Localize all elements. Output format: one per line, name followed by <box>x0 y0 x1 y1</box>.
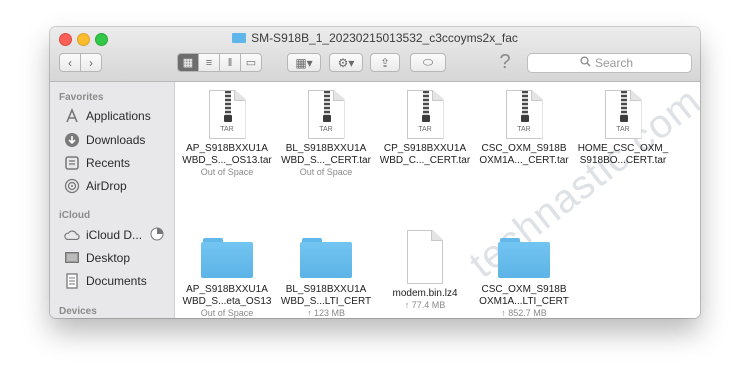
folder-icon <box>300 236 352 280</box>
search-field[interactable] <box>527 53 692 73</box>
file-status: ↑ 77.4 MB <box>404 300 446 310</box>
file-name: HOME_CSC_OXM_ S918BO...CERT.tar <box>577 143 669 166</box>
downloads-icon <box>64 132 80 148</box>
sidebar-item-desktop[interactable]: Desktop <box>64 248 130 268</box>
file-name: modem.bin.lz4 <box>392 288 458 299</box>
window-title-text: SM-S918B_1_20230215013532_c3ccoyms2x_fac <box>251 31 518 45</box>
sidebar-item-downloads[interactable]: Downloads <box>64 130 145 150</box>
sidebar-item-label: Recents <box>86 156 131 170</box>
search-input[interactable] <box>595 56 639 70</box>
help-icon: ? <box>499 51 511 73</box>
folder-icon <box>232 33 247 43</box>
tar-file-icon: TAR <box>208 90 246 139</box>
folder-item[interactable]: CSC_OXM_S918B OXM1A...LTI_CERT ↑ 852.7 MB <box>474 236 574 318</box>
forward-button[interactable]: › <box>80 53 102 72</box>
cloud-icon <box>64 227 80 243</box>
action-button[interactable]: ⚙▾ <box>329 53 363 72</box>
file-name: CSC_OXM_S918B OXM1A..._CERT.tar <box>479 143 569 166</box>
folder-status: Out of Space <box>200 308 254 318</box>
window-title: SM-S918B_1_20230215013532_c3ccoyms2x_fac <box>50 31 700 45</box>
file-name: CP_S918BXXU1A WBD_C..._CERT.tar <box>379 143 471 166</box>
tar-file-icon: TAR <box>406 90 444 139</box>
sidebar-item-label: Documents <box>86 274 147 288</box>
airdrop-icon <box>64 178 80 194</box>
file-item[interactable]: TAR BL_S918BXXU1A WBD_S..._CERT.tar Out o… <box>276 90 376 178</box>
sidebar-item-label: Applications <box>86 109 151 123</box>
file-item[interactable]: TAR CP_S918BXXU1A WBD_C..._CERT.tar <box>375 90 475 167</box>
devices-section-title: Devices <box>59 306 97 317</box>
tags-button[interactable]: ⬭ <box>410 53 446 72</box>
sidebar-item-label: Desktop <box>86 251 131 265</box>
share-icon: ⇪ <box>379 55 391 70</box>
back-button[interactable]: ‹ <box>59 53 81 72</box>
file-item[interactable]: TAR AP_S918BXXU1A WBD_S..._OS13.tar Out o… <box>177 90 277 178</box>
sidebar-item-icloud-drive[interactable]: iCloud D... <box>64 225 164 245</box>
chevron-right-icon: › <box>89 55 93 70</box>
file-item[interactable]: TAR CSC_OXM_S918B OXM1A..._CERT.tar <box>474 90 574 167</box>
sidebar: Favorites Applications Downloads Recents… <box>50 82 175 318</box>
share-button[interactable]: ⇪ <box>370 53 400 72</box>
icloud-section-title: iCloud <box>59 210 91 221</box>
help-button[interactable]: ? <box>497 51 513 73</box>
file-status: Out of Space <box>299 167 353 177</box>
file-item[interactable]: TAR HOME_CSC_OXM_ S918BO...CERT.tar <box>573 90 673 167</box>
view-mode-control: ▦ ≡ ‖ ▭ <box>177 53 262 72</box>
columns-icon: ‖ <box>227 56 233 69</box>
tar-file-icon: TAR <box>307 90 345 139</box>
favorites-section-title: Favorites <box>59 92 104 103</box>
search-icon <box>580 54 591 72</box>
recents-icon <box>64 155 80 171</box>
applications-icon <box>64 108 80 124</box>
file-status: Out of Space <box>200 167 254 177</box>
gallery-view-button[interactable]: ▭ <box>240 53 262 72</box>
file-item[interactable]: modem.bin.lz4 ↑ 77.4 MB <box>375 230 475 311</box>
grid-icon: ▦ <box>182 57 194 69</box>
gear-icon: ⚙▾ <box>337 55 355 70</box>
folder-icon <box>498 236 550 280</box>
folder-status: ↑ 123 MB <box>306 308 346 318</box>
chevron-left-icon: ‹ <box>68 55 72 70</box>
file-name: AP_S918BXXU1A WBD_S..._OS13.tar <box>182 143 272 166</box>
sidebar-item-applications[interactable]: Applications <box>64 106 151 126</box>
folder-icon <box>201 236 253 280</box>
desktop-icon <box>64 250 80 266</box>
sidebar-item-recents[interactable]: Recents <box>64 153 130 173</box>
sidebar-item-documents[interactable]: Documents <box>64 271 147 291</box>
sidebar-item-label: Downloads <box>86 133 146 147</box>
folder-name: CSC_OXM_S918B OXM1A...LTI_CERT <box>479 284 569 307</box>
sidebar-item-label: iCloud D... <box>86 228 143 242</box>
file-name: BL_S918BXXU1A WBD_S..._CERT.tar <box>281 143 371 166</box>
sidebar-item-label: AirDrop <box>86 179 127 193</box>
tar-file-icon: TAR <box>505 90 543 139</box>
folder-name: BL_S918BXXU1A WBD_S...LTI_CERT <box>280 284 372 307</box>
folder-status: ↑ 852.7 MB <box>501 308 547 318</box>
tar-file-icon: TAR <box>604 90 642 139</box>
grid-dropdown-icon: ▦▾ <box>295 55 313 70</box>
file-grid: technastic.com TAR AP_S918BXXU1A WBD_S...… <box>175 82 700 318</box>
gallery-icon: ▭ <box>245 57 257 69</box>
group-by-button[interactable]: ▦▾ <box>287 53 321 72</box>
finder-window: SM-S918B_1_20230215013532_c3ccoyms2x_fac… <box>50 27 700 318</box>
sidebar-item-airdrop[interactable]: AirDrop <box>64 176 127 196</box>
tag-icon: ⬭ <box>422 55 434 69</box>
icon-view-button[interactable]: ▦ <box>177 53 199 72</box>
column-view-button[interactable]: ‖ <box>219 53 241 72</box>
documents-icon <box>64 273 80 289</box>
list-view-button[interactable]: ≡ <box>198 53 220 72</box>
folder-item[interactable]: AP_S918BXXU1A WBD_S...eta_OS13 Out of Spa… <box>177 236 277 318</box>
progress-pie-icon <box>150 227 164 244</box>
folder-name: AP_S918BXXU1A WBD_S...eta_OS13 <box>182 284 272 307</box>
folder-item[interactable]: BL_S918BXXU1A WBD_S...LTI_CERT ↑ 123 MB <box>276 236 376 318</box>
titlebar: SM-S918B_1_20230215013532_c3ccoyms2x_fac… <box>50 27 700 82</box>
list-icon: ≡ <box>205 56 213 69</box>
document-icon <box>407 230 443 284</box>
